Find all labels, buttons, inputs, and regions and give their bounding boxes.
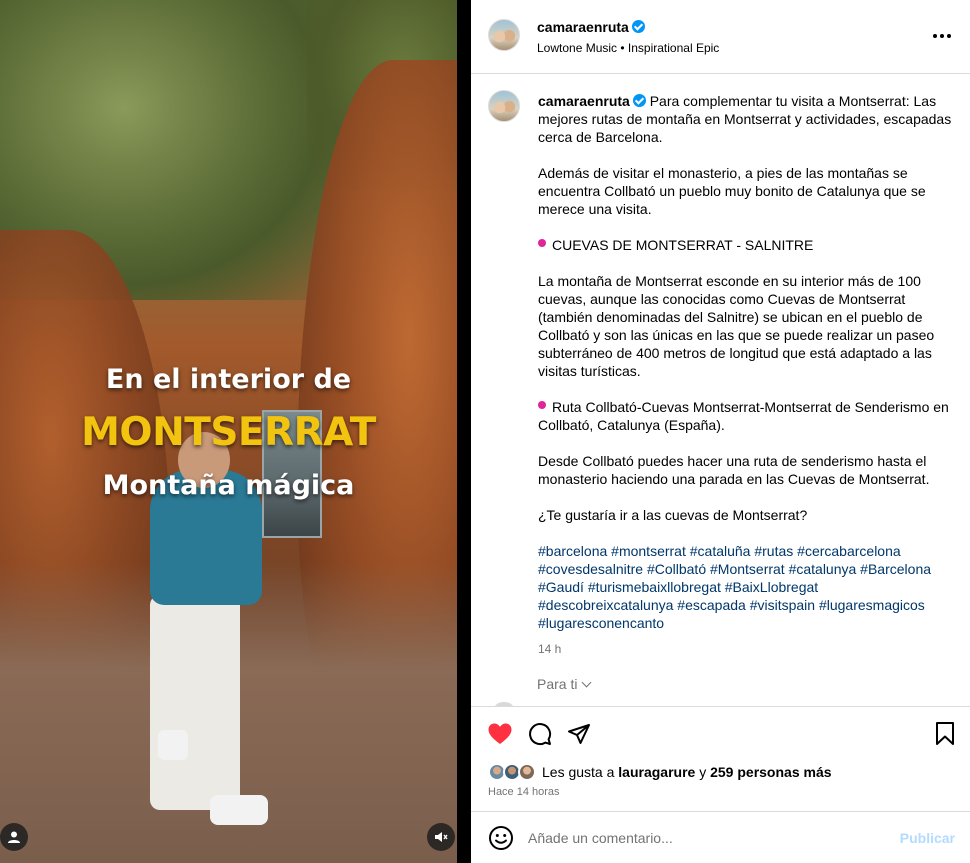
avatar[interactable]: [488, 19, 520, 51]
send-icon: [568, 724, 590, 744]
verified-badge-icon: [631, 20, 645, 33]
publish-button[interactable]: Publicar: [900, 830, 955, 846]
heart-filled-icon: [488, 723, 512, 744]
caption-question: ¿Te gustaría ir a las cuevas de Montserr…: [538, 507, 808, 523]
likes-text: Les gusta a lauragarure y 259 personas m…: [542, 764, 832, 780]
likes-summary[interactable]: Les gusta a lauragarure y 259 personas m…: [488, 762, 832, 782]
liker-avatars: [488, 762, 540, 782]
caption-heading: CUEVAS DE MONTSERRAT - SALNITRE: [552, 237, 814, 253]
comment-button[interactable]: [527, 721, 553, 747]
post-caption: camaraenruta Para complementar tu visita…: [538, 92, 956, 658]
bookmark-icon: [936, 722, 954, 745]
post-media[interactable]: En el interior de MONTSERRAT Montaña mág…: [0, 0, 457, 863]
verified-badge-icon: [632, 94, 646, 107]
comment-input[interactable]: [528, 827, 888, 849]
caption-paragraph: Desde Collbató puedes hacer una ruta de …: [538, 453, 930, 487]
caption-username[interactable]: camaraenruta: [538, 93, 630, 109]
caption-paragraph: La montaña de Montserrat esconde en su i…: [538, 273, 935, 379]
caption-paragraph: Además de visitar el monasterio, a pies …: [538, 165, 926, 217]
person-shoe: [210, 795, 268, 825]
likes-prefix: Les gusta a: [542, 764, 615, 780]
more-horizontal-icon[interactable]: [931, 27, 953, 45]
emoji-smile-icon[interactable]: [488, 825, 514, 851]
liker-username[interactable]: lauragarure: [618, 764, 695, 780]
audio-track[interactable]: Lowtone Music • Inspirational Epic: [537, 41, 719, 55]
post-date[interactable]: Hace 14 horas: [488, 786, 560, 798]
post-time[interactable]: 14 h: [538, 640, 956, 658]
video-caption-line1: En el interior de: [105, 364, 352, 395]
see-translation-label[interactable]: Para ti: [537, 676, 577, 692]
pin-icon: [538, 401, 546, 409]
post-actions: Les gusta a lauragarure y 259 personas m…: [471, 706, 970, 812]
caption-route: Ruta Collbató-Cuevas Montserrat-Montserr…: [538, 399, 949, 433]
like-button[interactable]: [487, 721, 513, 747]
person-shoe: [158, 730, 188, 760]
tagged-users-button[interactable]: [0, 823, 28, 851]
author-username-text[interactable]: camaraenruta: [537, 19, 629, 35]
user-icon: [8, 831, 20, 843]
video-caption-line2: MONTSERRAT: [81, 410, 376, 455]
likes-connector: y: [699, 764, 707, 780]
author-username[interactable]: camaraenruta: [537, 19, 645, 35]
audio-toggle-button[interactable]: [427, 823, 455, 851]
pin-icon: [538, 239, 546, 247]
add-comment-bar: Publicar: [471, 813, 970, 863]
post-details-panel: camaraenruta Lowtone Music • Inspiration…: [471, 0, 970, 863]
caption-hashtags[interactable]: #barcelona #montserrat #cataluña #rutas …: [538, 542, 956, 632]
chevron-down-icon: [582, 677, 592, 688]
muted-speaker-icon: [435, 832, 448, 842]
likes-count[interactable]: 259 personas más: [710, 764, 831, 780]
comments-area[interactable]: camaraenruta Para complementar tu visita…: [471, 74, 970, 706]
share-button[interactable]: [566, 721, 592, 747]
post-header: camaraenruta Lowtone Music • Inspiration…: [471, 0, 970, 74]
avatar[interactable]: [488, 90, 520, 122]
video-caption-line3: Montaña mágica: [102, 470, 355, 501]
see-translation-button[interactable]: Para ti: [537, 676, 592, 692]
save-button[interactable]: [932, 721, 958, 747]
comment-icon: [529, 723, 552, 746]
person-legs: [150, 595, 240, 810]
